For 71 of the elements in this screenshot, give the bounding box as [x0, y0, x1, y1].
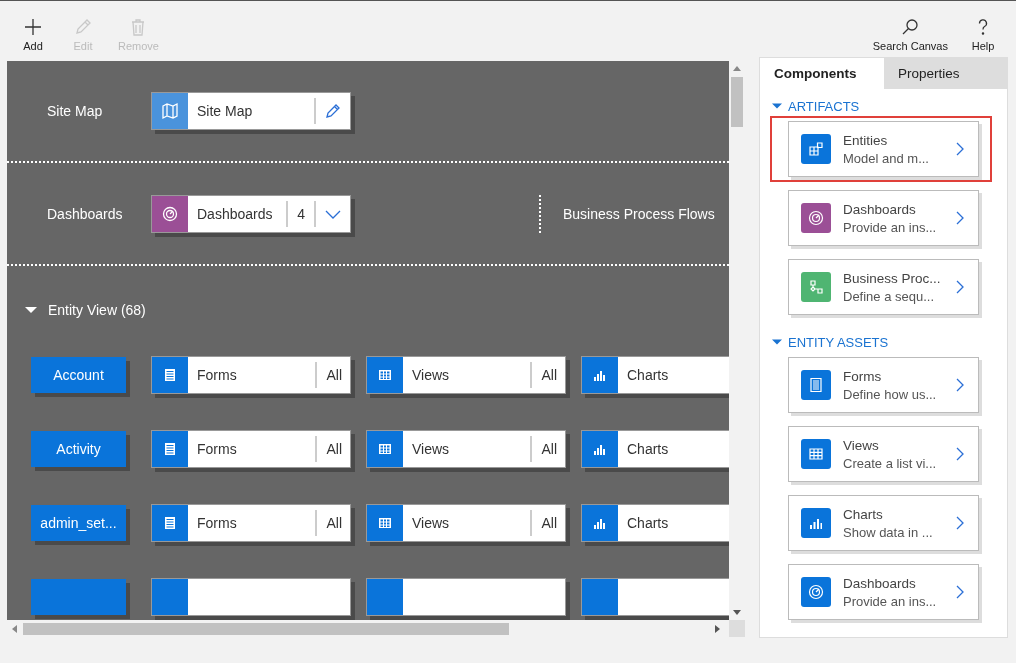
card-title: Entities: [843, 132, 889, 148]
scroll-thumb[interactable]: [23, 622, 509, 635]
card-description: Define how us...: [843, 386, 938, 402]
grid-icon: [378, 368, 392, 382]
chevron-right-icon: [956, 447, 964, 461]
chevron-right-icon: [956, 142, 964, 156]
chevron-right-icon: [956, 585, 964, 599]
component-card[interactable]: Charts Show data in ...: [788, 495, 979, 551]
filter-label[interactable]: All: [317, 515, 350, 531]
component-card[interactable]: Views Create a list vi...: [788, 426, 979, 482]
section-header[interactable]: ENTITY ASSETS: [772, 334, 1007, 350]
card-title: Dashboards: [843, 575, 917, 591]
panel-tab[interactable]: Properties: [884, 58, 1007, 89]
chevron-right-icon: [956, 280, 964, 294]
filter-label[interactable]: All: [317, 441, 350, 457]
panel-tab[interactable]: Components: [760, 58, 884, 89]
toolbar-button[interactable]: Search Canvas: [864, 1, 956, 57]
chevron-right-icon: [956, 211, 964, 225]
triangle-icon: [25, 304, 37, 316]
card-description: Show data in ...: [843, 524, 934, 540]
section-label: Site Map: [47, 103, 104, 119]
scroll-up-icon[interactable]: [733, 65, 741, 71]
grid-icon: [378, 442, 392, 456]
grid-icon: [378, 516, 392, 530]
form-icon: [163, 442, 177, 456]
plus-icon: [23, 17, 43, 37]
scroll-right-icon[interactable]: [715, 624, 721, 633]
scrollbar-corner: [729, 620, 745, 637]
search-icon: [900, 17, 921, 37]
bar-chart-icon: [593, 516, 607, 530]
count-label: 4: [296, 205, 306, 222]
chevron-right-icon: [956, 516, 964, 530]
bar-chart-icon: [593, 442, 607, 456]
triangle-icon: [772, 101, 782, 111]
section-label: Business Process Flows: [563, 205, 715, 222]
card-title: Charts: [843, 506, 884, 522]
entity-view-toggle[interactable]: Entity View (68): [7, 266, 729, 320]
section-header[interactable]: ARTIFACTS: [772, 98, 1007, 114]
card-description: Provide an ins...: [843, 593, 938, 609]
component-card[interactable]: Dashboards Provide an ins...: [788, 564, 979, 620]
toolbar-button[interactable]: Add: [10, 1, 56, 57]
filter-label[interactable]: All: [532, 441, 565, 457]
component-card[interactable]: Entities Model and m...: [788, 121, 979, 177]
component-card[interactable]: Business Proc... Define a sequ...: [788, 259, 979, 315]
component-card[interactable]: Dashboards Provide an ins...: [788, 190, 979, 246]
toolbar-button[interactable]: Help: [960, 1, 1006, 57]
filter-label[interactable]: All: [532, 367, 565, 383]
bar-chart-icon: [593, 368, 607, 382]
card-description: Provide an ins...: [843, 219, 938, 235]
scroll-left-icon[interactable]: [11, 624, 17, 633]
filter-label[interactable]: All: [317, 367, 350, 383]
component-card[interactable]: Forms Define how us...: [788, 357, 979, 413]
filter-label[interactable]: All: [532, 515, 565, 531]
pencil-icon[interactable]: [324, 102, 342, 120]
form-icon: [163, 368, 177, 382]
card-title: Business Proc...: [843, 270, 942, 286]
card-description: Define a sequ...: [843, 288, 936, 304]
pencil-icon: [73, 17, 93, 37]
scroll-thumb[interactable]: [731, 77, 743, 127]
map-icon: [161, 102, 179, 120]
chevron-right-icon: [956, 378, 964, 392]
triangle-icon: [772, 337, 782, 347]
card-title: Views: [843, 437, 880, 453]
gauge-icon: [162, 205, 178, 222]
scroll-down-icon[interactable]: [733, 610, 741, 616]
form-icon: [163, 516, 177, 530]
section-label: Dashboards: [47, 205, 124, 222]
card-title: Forms: [843, 368, 883, 384]
card-description: Create a list vi...: [843, 455, 938, 471]
card-description: Model and m...: [843, 150, 930, 166]
card-title: Dashboards: [843, 201, 917, 217]
